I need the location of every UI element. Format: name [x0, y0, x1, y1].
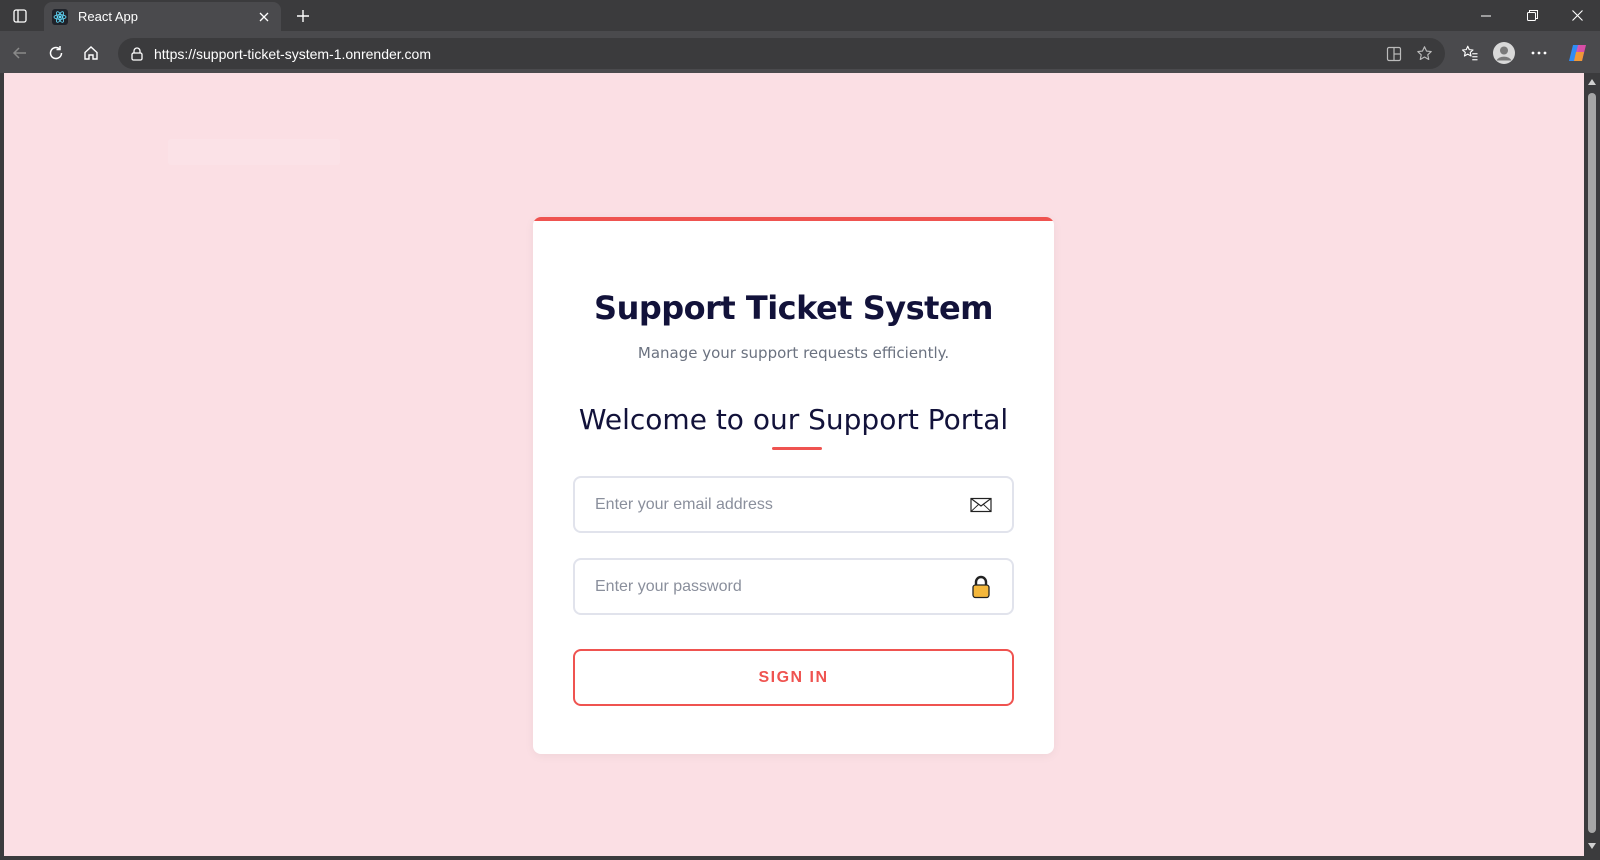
home-icon[interactable]: [77, 39, 105, 67]
app-title: Support Ticket System: [594, 289, 993, 327]
welcome-heading: Welcome to our Support Portal: [578, 403, 1009, 436]
minimize-icon[interactable]: [1463, 0, 1509, 31]
address-bar[interactable]: https://support-ticket-system-1.onrender…: [118, 38, 1445, 69]
browser-toolbar: https://support-ticket-system-1.onrender…: [0, 31, 1600, 73]
email-field[interactable]: [573, 476, 1014, 533]
lock-icon[interactable]: [128, 45, 146, 63]
lock-icon: [968, 574, 994, 600]
close-window-icon[interactable]: [1554, 0, 1600, 31]
tab-actions-icon[interactable]: [8, 5, 32, 27]
page-scrollbar[interactable]: [1584, 73, 1600, 856]
login-card: Support Ticket System Manage your suppor…: [533, 217, 1054, 754]
window-snap-overlay: [168, 139, 340, 165]
close-tab-icon[interactable]: [253, 6, 275, 28]
new-tab-icon[interactable]: [291, 4, 315, 28]
browser-tab[interactable]: React App: [44, 2, 281, 31]
app-subtitle: Manage your support requests efficiently…: [637, 344, 950, 362]
profile-avatar-icon[interactable]: [1490, 39, 1518, 67]
envelope-icon: [968, 492, 994, 518]
favorites-icon[interactable]: [1456, 39, 1484, 67]
restore-icon[interactable]: [1509, 0, 1555, 31]
split-screen-icon[interactable]: [1379, 40, 1409, 68]
more-options-icon[interactable]: [1525, 39, 1553, 67]
scroll-down-arrow-icon[interactable]: [1587, 841, 1597, 851]
heading-underline: [772, 447, 822, 450]
scroll-up-arrow-icon[interactable]: [1587, 77, 1597, 87]
refresh-icon[interactable]: [42, 39, 70, 67]
copilot-icon[interactable]: [1564, 39, 1592, 67]
password-field[interactable]: [573, 558, 1014, 615]
react-logo-icon: [52, 8, 68, 25]
email-input[interactable]: [575, 478, 968, 531]
browser-tab-strip: React App: [0, 0, 1600, 31]
url-text[interactable]: https://support-ticket-system-1.onrender…: [154, 46, 1379, 62]
card-accent-bar: [533, 217, 1054, 221]
page-viewport: Support Ticket System Manage your suppor…: [4, 73, 1584, 856]
back-icon[interactable]: [6, 39, 34, 67]
sign-in-button[interactable]: SIGN IN: [573, 649, 1014, 706]
tab-title: React App: [78, 9, 138, 24]
scrollbar-thumb[interactable]: [1588, 93, 1596, 833]
password-input[interactable]: [575, 560, 968, 613]
favorite-star-icon[interactable]: [1409, 40, 1439, 68]
